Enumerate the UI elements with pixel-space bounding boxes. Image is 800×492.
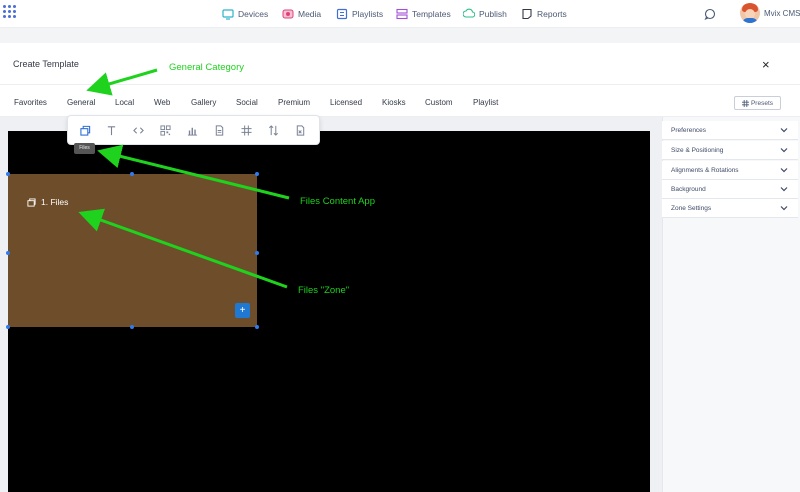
chevron-down-icon <box>780 168 788 173</box>
user-avatar[interactable] <box>740 3 760 23</box>
nav-reports[interactable]: Reports <box>521 6 567 22</box>
tab-premium[interactable]: Premium <box>278 98 330 107</box>
modal-title: Create Template <box>13 59 79 69</box>
resize-handle[interactable] <box>255 251 259 255</box>
zone-label-text: 1. Files <box>41 197 69 207</box>
annotation-files-zone: Files "Zone" <box>298 285 350 296</box>
annotation-files-app: Files Content App <box>300 196 375 207</box>
tab-licensed[interactable]: Licensed <box>330 98 382 107</box>
monitor-icon <box>222 9 234 20</box>
resize-handle[interactable] <box>6 325 10 329</box>
code-icon <box>132 126 144 134</box>
presets-label: Presets <box>750 99 774 107</box>
qr-icon <box>159 124 171 136</box>
tab-kiosks[interactable]: Kiosks <box>382 98 425 107</box>
app-grid-logo-icon[interactable] <box>2 4 18 20</box>
nav-media-label: Media <box>298 9 322 19</box>
text-icon <box>107 125 115 135</box>
tab-local[interactable]: Local <box>115 98 154 107</box>
tab-gallery[interactable]: Gallery <box>191 98 236 107</box>
chat-icon[interactable] <box>704 8 716 20</box>
files-tool[interactable] <box>78 123 92 137</box>
accordion-label: Alignments & Rotations <box>671 166 739 174</box>
playlist-icon <box>336 8 348 20</box>
document-tool[interactable] <box>212 123 226 137</box>
resize-handle[interactable] <box>255 172 259 176</box>
accordion-label: Preferences <box>671 126 707 134</box>
chevron-down-icon <box>780 128 788 133</box>
nav-templates[interactable]: Templates <box>396 6 451 22</box>
resize-handle[interactable] <box>255 325 259 329</box>
media-icon <box>282 9 294 19</box>
code-tool[interactable] <box>131 123 145 137</box>
presets-button[interactable]: Presets <box>734 96 781 110</box>
accordion-label: Background <box>671 185 706 193</box>
document-icon <box>215 124 223 136</box>
spreadsheet-icon <box>296 124 304 136</box>
tab-favorites[interactable]: Favorites <box>14 98 67 107</box>
user-name[interactable]: Mvix CMS <box>764 9 800 18</box>
accordion-zone-settings[interactable]: Zone Settings <box>662 199 798 218</box>
nav-playlists-label: Playlists <box>352 9 384 19</box>
files-icon <box>79 125 90 136</box>
resize-handle[interactable] <box>130 172 134 176</box>
files-icon <box>27 197 36 207</box>
chart-tool[interactable] <box>185 123 199 137</box>
category-tabs: Favorites General Local Web Gallery Soci… <box>14 98 513 107</box>
accordion-size-positioning[interactable]: Size & Positioning <box>662 141 798 160</box>
tooltip: Files <box>74 143 95 154</box>
header-divider <box>0 84 800 85</box>
close-icon[interactable]: × <box>762 58 770 71</box>
publish-icon <box>463 8 475 18</box>
annotation-general-category: General Category <box>169 62 244 73</box>
nav-reports-label: Reports <box>537 9 567 19</box>
content-app-toolbar <box>67 115 320 145</box>
chevron-down-icon <box>780 206 788 211</box>
resize-handle[interactable] <box>130 325 134 329</box>
tab-custom[interactable]: Custom <box>425 98 473 107</box>
tab-web[interactable]: Web <box>154 98 191 107</box>
accordion-label: Size & Positioning <box>671 146 724 154</box>
nav-media[interactable]: Media <box>282 6 321 22</box>
text-tool[interactable] <box>104 123 118 137</box>
nav-playlists[interactable]: Playlists <box>336 6 383 22</box>
chevron-down-icon <box>780 148 788 153</box>
grid-icon <box>741 99 749 107</box>
nav-devices-label: Devices <box>238 9 269 19</box>
tab-social[interactable]: Social <box>236 98 278 107</box>
accordion-preferences[interactable]: Preferences <box>662 121 798 140</box>
add-content-button[interactable]: + <box>235 303 250 318</box>
accordion-label: Zone Settings <box>671 204 712 212</box>
resize-handle[interactable] <box>6 251 10 255</box>
qr-tool[interactable] <box>158 123 172 137</box>
accordion-alignments-rotations[interactable]: Alignments & Rotations <box>662 161 798 180</box>
table-tool[interactable] <box>239 123 253 137</box>
reports-icon <box>522 8 532 20</box>
tab-playlist[interactable]: Playlist <box>473 98 513 107</box>
sort-tool[interactable] <box>266 123 280 137</box>
chevron-down-icon <box>780 187 788 192</box>
nav-publish[interactable]: Publish <box>463 6 507 22</box>
chart-icon <box>187 127 197 136</box>
top-navbar: Devices Media Playlists Templates Publis… <box>0 0 800 28</box>
tab-general[interactable]: General <box>67 98 115 107</box>
grid-icon <box>240 124 252 136</box>
nav-devices[interactable]: Devices <box>222 6 268 22</box>
nav-templates-label: Templates <box>412 9 451 19</box>
nav-publish-label: Publish <box>479 9 507 19</box>
zone-label[interactable]: 1. Files <box>27 197 68 207</box>
sort-icon <box>268 124 278 136</box>
accordion-background[interactable]: Background <box>662 180 798 199</box>
spreadsheet-tool[interactable] <box>293 123 307 137</box>
templates-icon <box>396 8 408 20</box>
resize-handle[interactable] <box>6 172 10 176</box>
